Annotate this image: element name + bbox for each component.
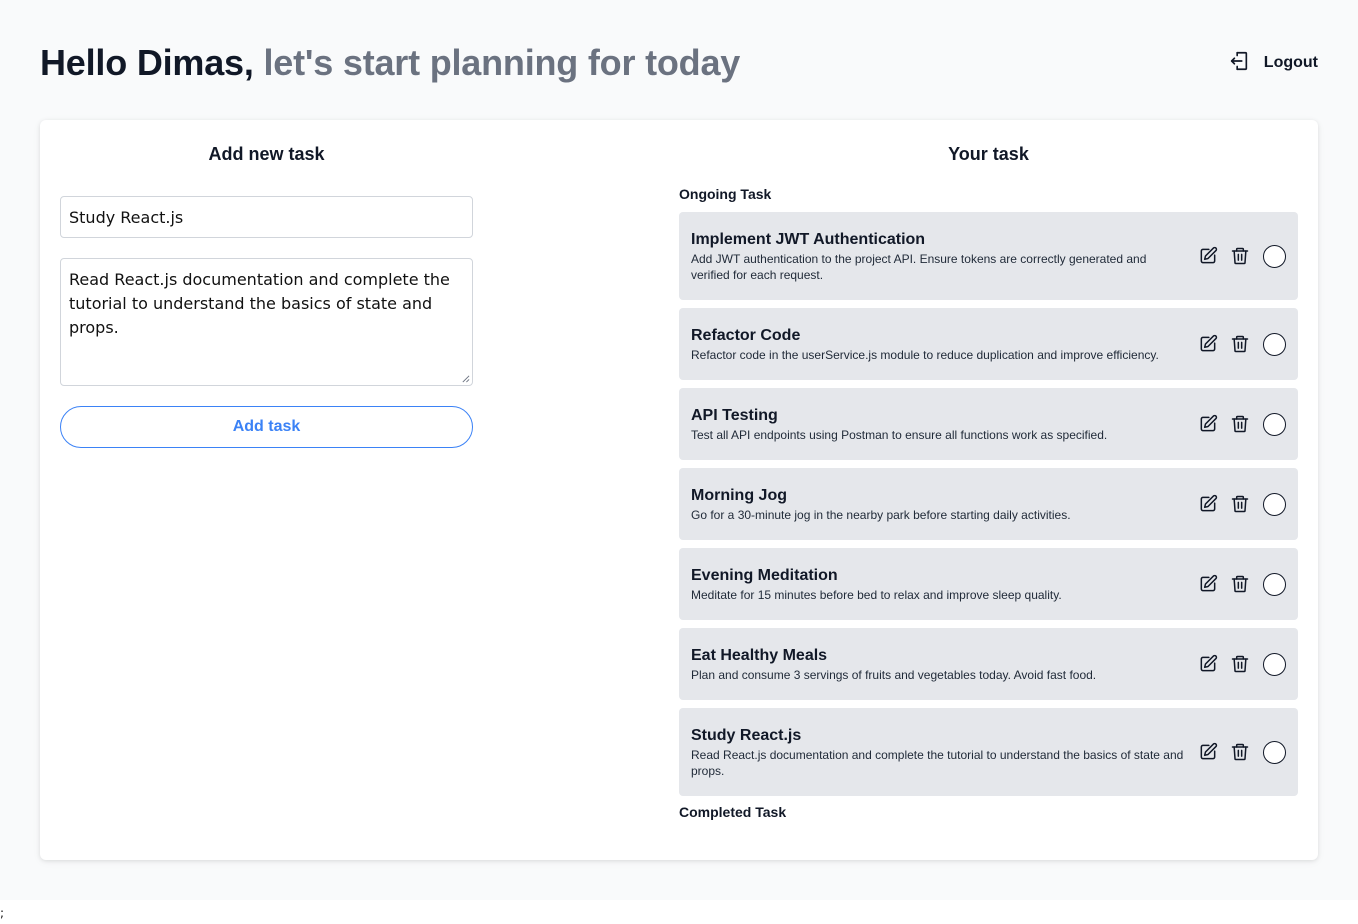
page-title: Hello Dimas, let's start planning for to… [40, 42, 740, 84]
task-title: Morning Jog [691, 486, 787, 504]
task-title: API Testing [691, 406, 778, 424]
resize-grip-icon[interactable] [461, 374, 470, 383]
task-description-value: Read React.js documentation and complete… [69, 270, 450, 337]
add-task-button[interactable]: Add task [60, 406, 473, 448]
task-text: Implement JWT Authentication Add JWT auth… [691, 230, 1197, 283]
task-text: Evening Meditation Meditate for 15 minute… [691, 566, 1197, 603]
complete-checkbox[interactable] [1263, 332, 1286, 356]
task-actions [1197, 332, 1286, 356]
task-text: Eat Healthy Meals Plan and consume 3 serv… [691, 646, 1197, 683]
your-task-heading: Your task [948, 144, 1029, 164]
task-title: Implement JWT Authentication [691, 230, 926, 248]
edit-icon[interactable] [1197, 653, 1219, 675]
task-text: Study React.js Read React.js documentatio… [691, 726, 1197, 779]
edit-icon[interactable] [1197, 493, 1219, 515]
task-item: Study React.js Read React.js documentatio… [679, 708, 1298, 796]
add-task-panel: Add new task Study React.js Read React.j… [60, 120, 473, 448]
task-item: Eat Healthy Meals Plan and consume 3 serv… [679, 628, 1298, 700]
task-title: Study React.js [691, 726, 802, 744]
greeting-name: Hello Dimas, [40, 42, 254, 83]
task-actions [1197, 244, 1286, 268]
edit-icon[interactable] [1197, 245, 1219, 267]
complete-checkbox[interactable] [1263, 572, 1286, 596]
task-actions [1197, 740, 1286, 764]
logout-label: Logout [1263, 54, 1318, 71]
logout-icon [1228, 50, 1250, 77]
complete-checkbox[interactable] [1263, 412, 1286, 436]
edit-icon[interactable] [1197, 413, 1219, 435]
complete-checkbox[interactable] [1263, 652, 1286, 676]
complete-checkbox[interactable] [1263, 492, 1286, 516]
trash-icon[interactable] [1229, 653, 1251, 675]
task-title-value: Study React.js [69, 207, 184, 227]
task-description: Meditate for 15 minutes before bed to re… [691, 587, 1062, 602]
task-actions [1197, 652, 1286, 676]
ongoing-task-list: Implement JWT Authentication Add JWT auth… [679, 212, 1298, 796]
edit-icon[interactable] [1197, 573, 1219, 595]
task-item: Morning Jog Go for a 30-minute jog in the… [679, 468, 1298, 540]
task-description: Refactor code in the userService.js modu… [691, 347, 1159, 362]
task-text: Refactor Code Refactor code in the userSe… [691, 326, 1197, 363]
task-item: API Testing Test all API endpoints using … [679, 388, 1298, 460]
edit-icon[interactable] [1197, 741, 1219, 763]
trash-icon[interactable] [1229, 333, 1251, 355]
trash-icon[interactable] [1229, 245, 1251, 267]
task-title: Refactor Code [691, 326, 801, 344]
task-text: Morning Jog Go for a 30-minute jog in the… [691, 486, 1197, 523]
edit-icon[interactable] [1197, 333, 1219, 355]
task-list-panel: Your task Ongoing Task Implement JWT Aut… [679, 120, 1298, 830]
task-item: Implement JWT Authentication Add JWT auth… [679, 212, 1298, 300]
task-text: API Testing Test all API endpoints using … [691, 406, 1197, 443]
task-actions [1197, 572, 1286, 596]
stray-text: ; [0, 906, 5, 920]
task-title: Eat Healthy Meals [691, 646, 828, 664]
complete-checkbox[interactable] [1263, 244, 1286, 268]
task-description: Read React.js documentation and complete… [691, 747, 1184, 778]
trash-icon[interactable] [1229, 493, 1251, 515]
greeting-subtitle: let's start planning for today [263, 42, 741, 83]
completed-task-label: Completed Task [679, 804, 787, 820]
task-title: Evening Meditation [691, 566, 838, 584]
task-actions [1197, 492, 1286, 516]
main-card: Add new task Study React.js Read React.j… [40, 120, 1318, 860]
task-title-input[interactable]: Study React.js [60, 196, 473, 238]
task-description: Go for a 30-minute jog in the nearby par… [691, 507, 1071, 522]
complete-checkbox[interactable] [1263, 740, 1286, 764]
task-description: Test all API endpoints using Postman to … [691, 427, 1108, 442]
task-item: Evening Meditation Meditate for 15 minute… [679, 548, 1298, 620]
add-task-heading: Add new task [208, 144, 325, 164]
page-header: Hello Dimas, let's start planning for to… [40, 40, 1318, 86]
task-description-textarea[interactable]: Read React.js documentation and complete… [60, 258, 473, 386]
task-actions [1197, 412, 1286, 436]
trash-icon[interactable] [1229, 741, 1251, 763]
ongoing-task-label: Ongoing Task [679, 186, 772, 202]
task-description: Add JWT authentication to the project AP… [691, 251, 1147, 282]
task-description: Plan and consume 3 servings of fruits an… [691, 667, 1097, 682]
logout-button[interactable]: Logout [1228, 50, 1318, 77]
trash-icon[interactable] [1229, 413, 1251, 435]
trash-icon[interactable] [1229, 573, 1251, 595]
page-background: Hello Dimas, let's start planning for to… [0, 0, 1358, 900]
task-item: Refactor Code Refactor code in the userSe… [679, 308, 1298, 380]
